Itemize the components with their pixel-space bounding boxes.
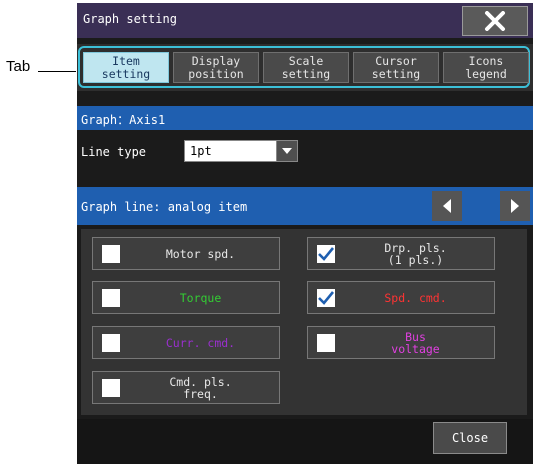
tab-scale-setting[interactable]: Scale setting	[263, 52, 349, 83]
tab-icons-legend[interactable]: Icons legend	[443, 52, 529, 83]
item-spd-cmd[interactable]: Spd. cmd.	[307, 281, 495, 314]
checkbox[interactable]	[102, 333, 120, 352]
item-torque[interactable]: Torque	[92, 281, 280, 314]
line-type-label: Line type	[81, 145, 147, 159]
checkbox[interactable]	[317, 244, 335, 263]
item-label: Drp. pls. (1 pls.)	[384, 240, 447, 267]
checkbox[interactable]	[317, 333, 335, 352]
close-button[interactable]: Close	[433, 422, 507, 454]
tab-cursor-setting[interactable]: Cursor setting	[353, 52, 439, 83]
analog-items-panel: Motor spd. Drp. pls. (1 pls.) Torque Spd…	[81, 229, 527, 415]
item-label: Torque	[179, 290, 222, 305]
checkmark-icon	[318, 290, 334, 305]
arrow-left-icon	[443, 199, 451, 213]
item-curr-cmd[interactable]: Curr. cmd.	[92, 326, 280, 359]
item-label: Curr. cmd.	[165, 335, 236, 350]
tab-item-setting[interactable]: Item setting	[83, 52, 169, 83]
close-x-button[interactable]	[462, 6, 528, 36]
graph-setting-dialog: Graph setting Item setting Display posit…	[77, 3, 533, 464]
checkbox[interactable]	[317, 288, 335, 307]
tab-display-position[interactable]: Display position	[173, 52, 259, 83]
line-type-select[interactable]: 1pt	[184, 140, 278, 162]
checkbox[interactable]	[102, 288, 120, 307]
checkmark-icon	[318, 246, 334, 261]
line-type-value: 1pt	[190, 144, 212, 158]
title-bar: Graph setting	[77, 3, 533, 38]
item-label: Motor spd.	[165, 246, 236, 261]
graph-axis-label: Graph：Axis1	[81, 113, 166, 127]
prev-page-button[interactable]	[432, 191, 462, 221]
item-label: Spd. cmd.	[384, 290, 447, 305]
chevron-down-icon	[282, 147, 292, 154]
checkbox[interactable]	[102, 244, 120, 263]
graph-line-label: Graph line: analog item	[81, 200, 248, 214]
tab-bar: Item setting Display position Scale sett…	[77, 44, 533, 91]
arrow-right-icon	[511, 199, 519, 213]
item-drp-pls[interactable]: Drp. pls. (1 pls.)	[307, 237, 495, 270]
item-motor-spd[interactable]: Motor spd.	[92, 237, 280, 270]
item-label: Bus voltage	[391, 329, 440, 356]
line-type-dropdown-button[interactable]	[276, 140, 298, 162]
tab-callout-label: Tab	[6, 58, 31, 75]
graph-line-header: Graph line: analog item	[77, 187, 533, 225]
close-icon	[485, 11, 505, 31]
item-bus-voltage[interactable]: Bus voltage	[307, 326, 495, 359]
next-page-button[interactable]	[500, 191, 530, 221]
item-label: Cmd. pls. freq.	[169, 374, 232, 401]
callout-leader-line	[38, 71, 76, 72]
checkbox[interactable]	[102, 378, 120, 397]
graph-axis-header: Graph：Axis1	[77, 106, 533, 130]
item-cmd-pls-freq[interactable]: Cmd. pls. freq.	[92, 371, 280, 404]
dialog-title: Graph setting	[83, 12, 177, 26]
